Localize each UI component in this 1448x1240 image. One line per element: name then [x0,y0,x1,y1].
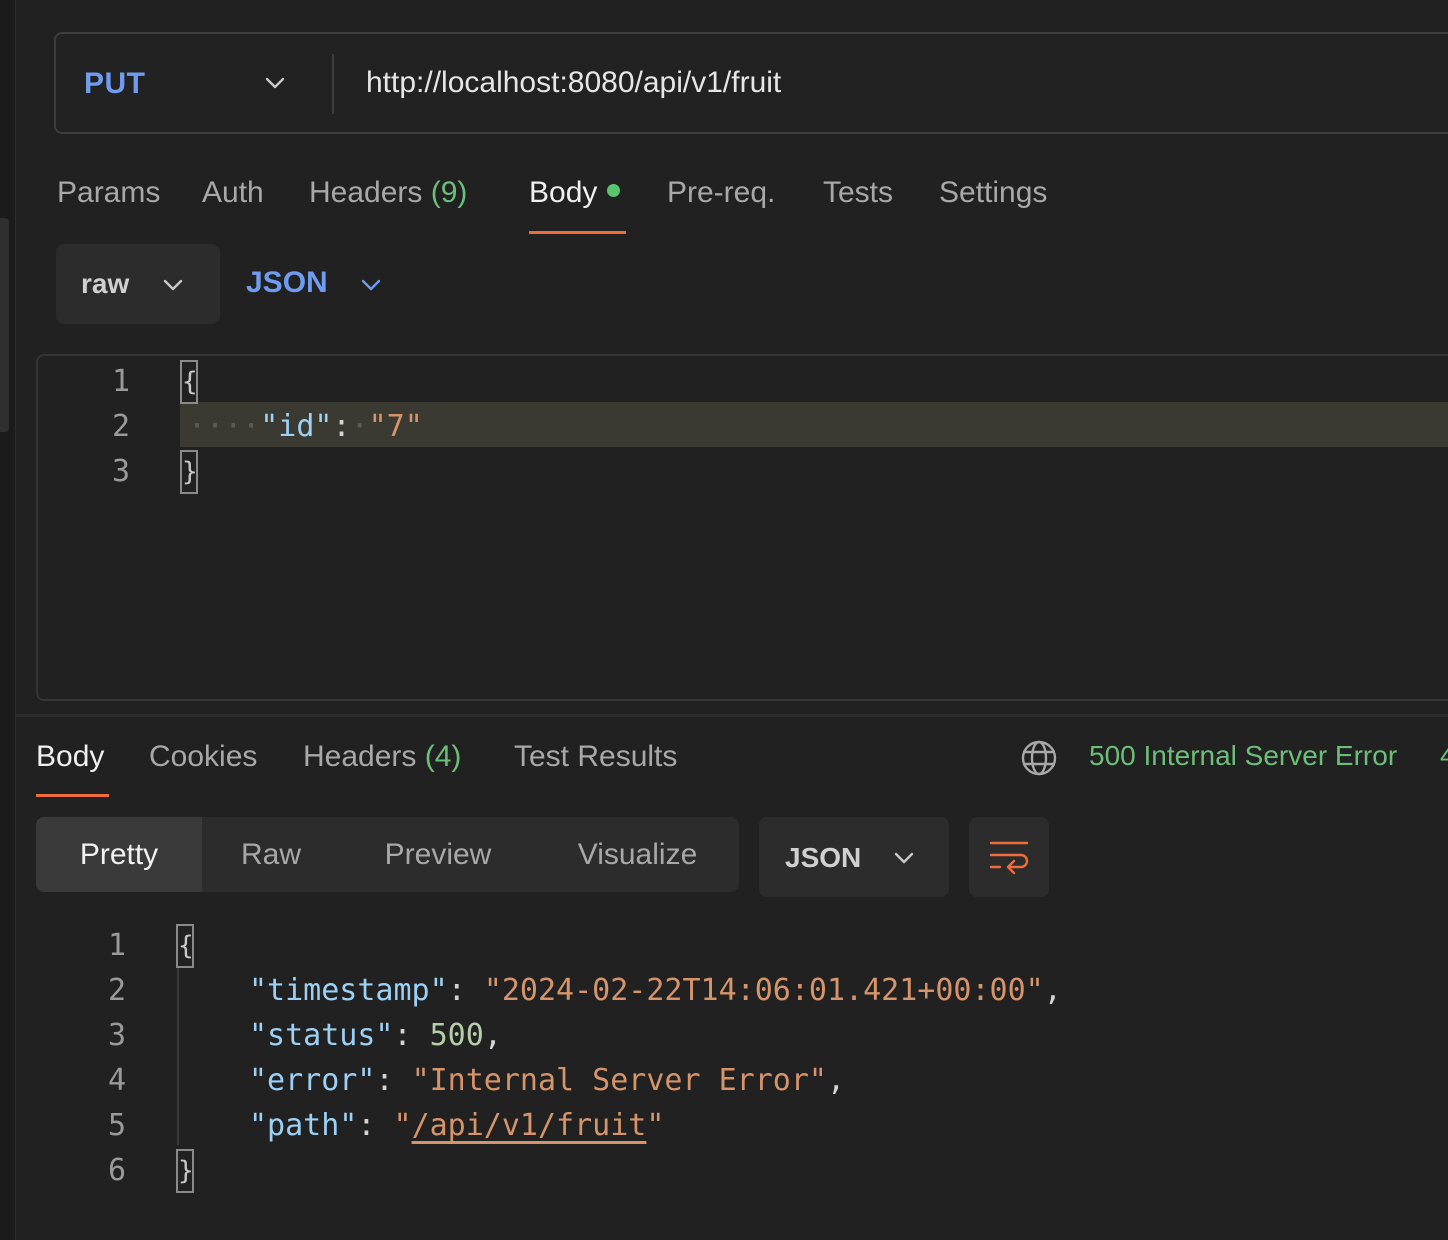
modified-indicator-dot [607,184,621,197]
sidebar-resize-handle[interactable] [0,218,9,432]
line-number: 5 [107,1108,126,1143]
chevron-down-icon [163,279,183,291]
response-tab-cookies[interactable]: Cookies [149,740,257,774]
response-language-label: JSON [785,842,862,873]
tab-params[interactable]: Params [57,176,160,210]
line-number: 3 [111,454,130,489]
line-number: 2 [111,409,130,444]
url-input[interactable]: http://localhost:8080/api/v1/fruit [366,66,781,100]
response-tab-test-results[interactable]: Test Results [514,740,677,774]
chevron-down-icon[interactable] [262,70,288,96]
view-mode-visualize[interactable]: Visualize [536,817,739,892]
line-number: 3 [107,1018,126,1053]
code-line: "status": 500, [249,1018,502,1053]
body-mode-select[interactable]: raw [56,244,220,324]
indent-guide [177,967,179,1145]
json-value: "7" [368,409,423,444]
headers-count: (9) [430,176,468,209]
view-mode-pretty[interactable]: Pretty [36,817,202,892]
headers-count: (4) [424,740,462,773]
body-language-select[interactable]: JSON [246,266,328,300]
code-line: "error": "Internal Server Error", [249,1063,846,1098]
tab-tests[interactable]: Tests [823,176,893,210]
path-link[interactable]: /api/v1/fruit [412,1108,647,1143]
active-tab-underline [36,794,109,797]
line-number: 1 [107,928,126,963]
view-mode-raw[interactable]: Raw [202,817,340,892]
left-sidebar-edge [0,0,16,1240]
response-status[interactable]: 500 Internal Server Error [1089,740,1397,772]
tab-auth[interactable]: Auth [202,176,264,210]
api-client-window: PUT http://localhost:8080/api/v1/fruit P… [0,0,1448,1240]
wrap-lines-button[interactable] [969,817,1049,897]
body-mode-label: raw [81,268,130,299]
open-brace: { [180,360,198,404]
open-brace: { [176,924,194,968]
tab-headers[interactable]: Headers (9) [309,176,467,210]
line-number: 1 [111,364,130,399]
chevron-down-icon [894,852,914,864]
tab-body[interactable]: Body [529,176,621,210]
code-line: "path": "/api/v1/fruit" [249,1108,665,1143]
tab-pre-request[interactable]: Pre-req. [667,176,775,210]
response-view-mode: Pretty Raw Preview Visualize [36,817,739,892]
close-brace: } [176,1149,194,1193]
wrap-lines-icon [989,841,1029,875]
active-tab-underline [529,231,626,234]
http-method-select[interactable]: PUT [84,67,146,101]
json-key: "id" [260,409,333,444]
response-language-select[interactable]: JSON [759,817,949,897]
line-number: 4 [107,1063,126,1098]
chevron-down-icon[interactable] [358,272,384,298]
response-tab-headers[interactable]: Headers (4) [303,740,461,774]
code-line: "timestamp": "2024-02-22T14:06:01.421+00… [249,973,1062,1008]
line-number: 2 [107,973,126,1008]
request-body-editor[interactable]: 1 2 3 { ····"id":·"7" } [36,354,1448,701]
response-tab-body[interactable]: Body [36,740,104,774]
view-mode-preview[interactable]: Preview [340,817,536,892]
tab-settings[interactable]: Settings [939,176,1047,210]
line-number: 6 [107,1153,126,1188]
globe-icon[interactable] [1020,739,1058,777]
pane-resize-divider[interactable] [15,714,1448,717]
response-time-truncated: 4 [1440,740,1448,771]
code-line: ····"id":·"7" [188,409,423,444]
close-brace: } [180,450,198,494]
request-url-bar: PUT http://localhost:8080/api/v1/fruit [54,32,1448,134]
url-divider [332,54,334,114]
